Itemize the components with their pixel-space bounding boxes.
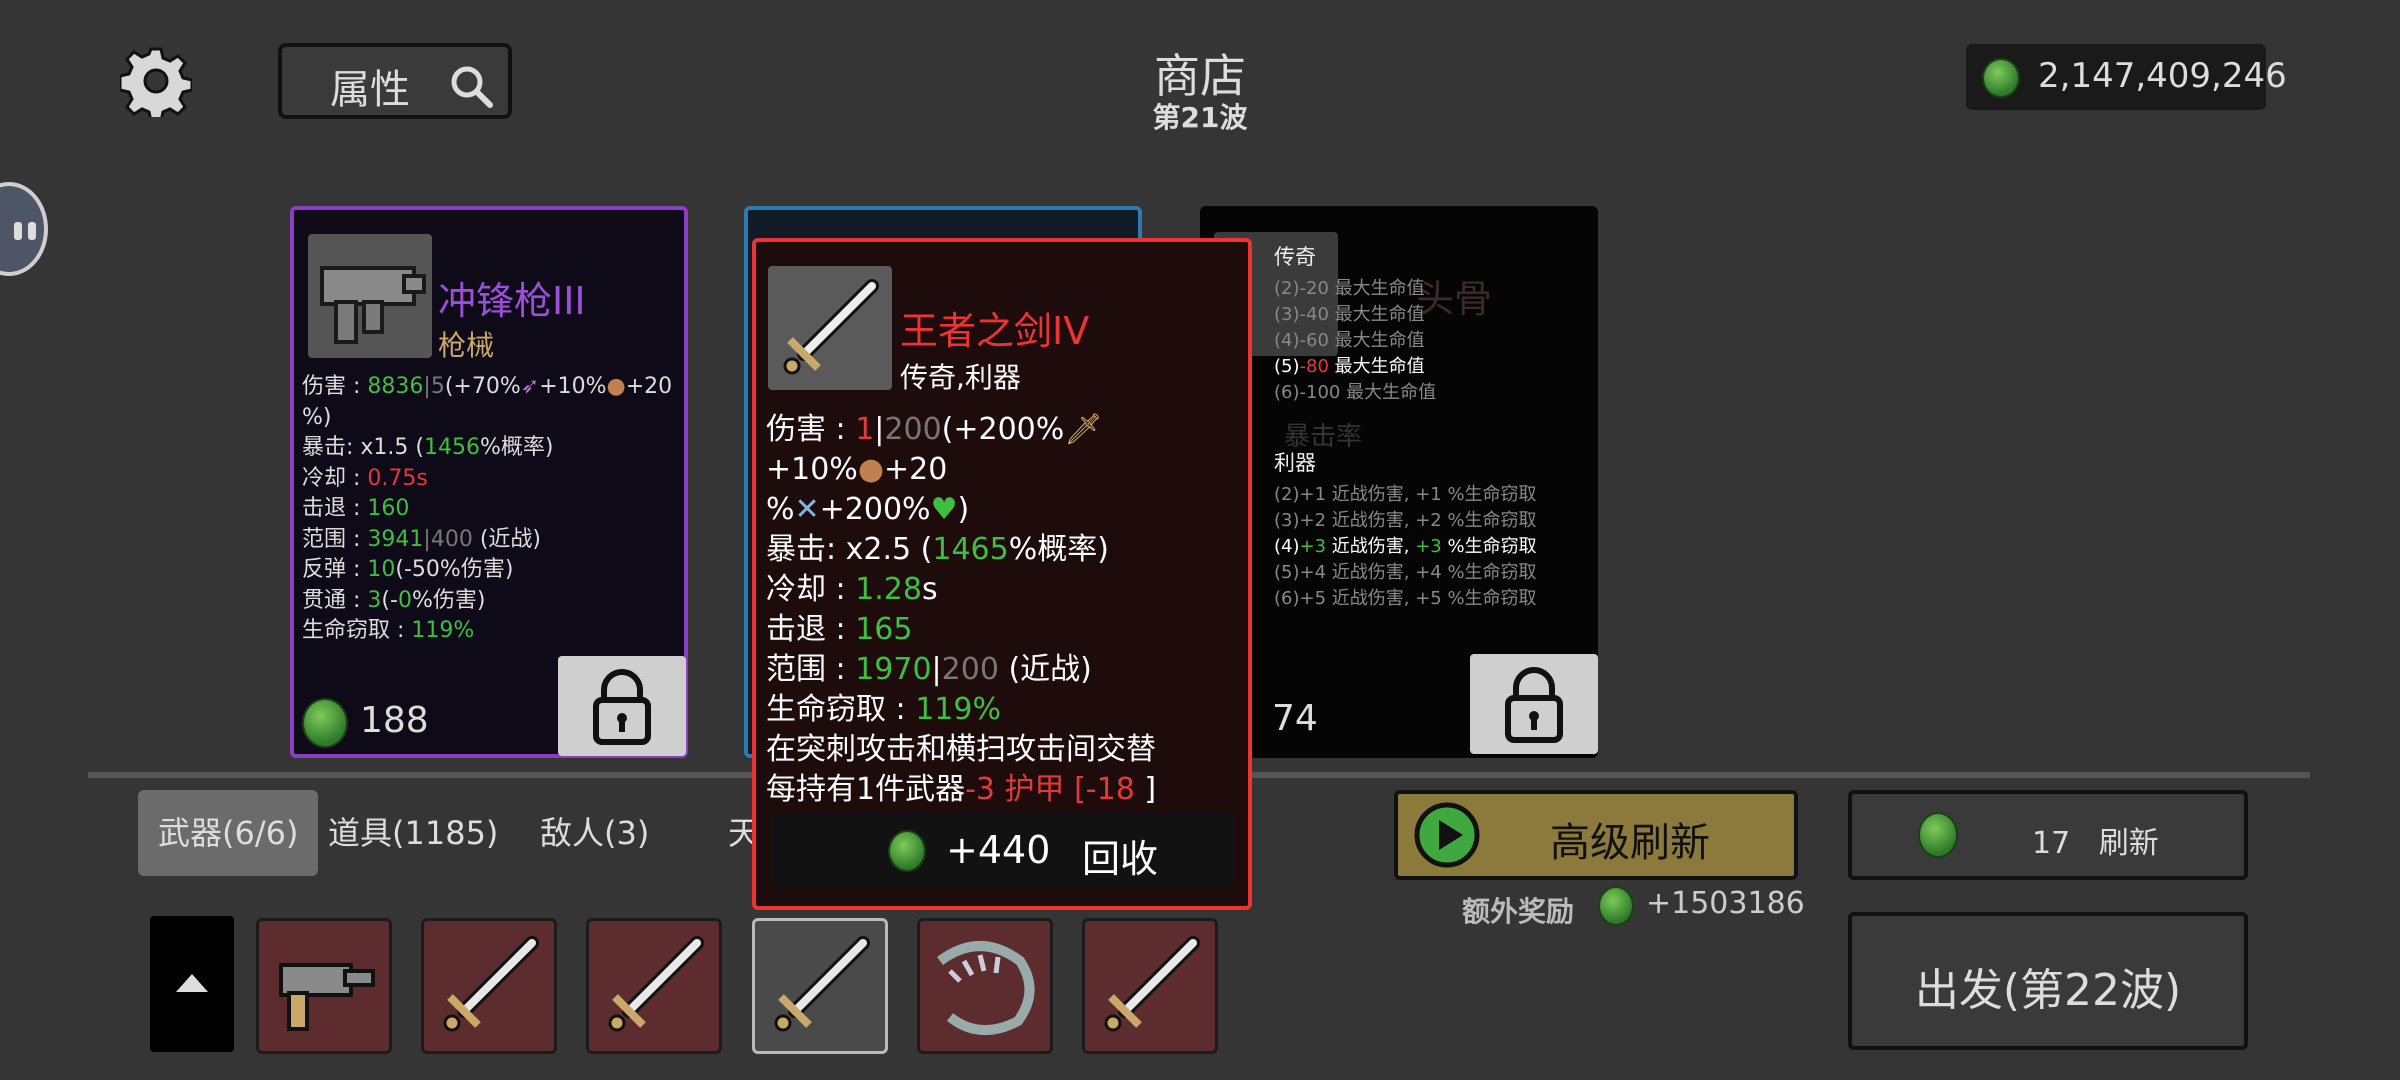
legend-set-title: 传奇 xyxy=(1274,245,1316,269)
coin-icon xyxy=(888,830,926,872)
card-stats: 伤害 : 8836|5(+70%➶+10%●+20 %) 暴击: x1.5 (1… xyxy=(302,374,673,643)
lock-button[interactable] xyxy=(1470,654,1598,754)
coin-icon xyxy=(302,698,348,748)
bonus-label: 额外奖励 xyxy=(1462,895,1575,928)
recycle-button[interactable]: +440 回收 xyxy=(770,814,1234,888)
weapon-slot-4[interactable] xyxy=(752,918,888,1054)
chat-bubble-icon[interactable] xyxy=(0,182,48,276)
refresh-text: 17 刷新 xyxy=(2032,826,2159,861)
bonus-value: +1503186 xyxy=(1646,886,1805,921)
expand-button[interactable] xyxy=(150,916,234,1052)
set-bonus-panel: 传奇 (2)-20 最大生命值 (3)-40 最大生命值 (4)-60 最大生命… xyxy=(1274,244,1594,612)
weapon-slot-5[interactable] xyxy=(917,918,1053,1054)
advanced-refresh-button[interactable]: 高级刷新 xyxy=(1394,790,1798,880)
weapon-slot-6[interactable] xyxy=(1082,918,1218,1054)
tooltip-type: 传奇,利器 xyxy=(900,361,1021,394)
sword-small-icon: 🗡 xyxy=(1064,412,1103,447)
drop-icon: ● xyxy=(857,452,885,487)
start-wave-button[interactable]: 出发(第22波) xyxy=(1848,912,2248,1050)
sword-icon xyxy=(1104,936,1200,1032)
card-title: 冲锋枪III xyxy=(438,279,586,323)
weapon-slot-1[interactable] xyxy=(256,918,392,1054)
card-price: 74 xyxy=(1272,698,1318,739)
sword-icon xyxy=(768,266,892,390)
play-icon xyxy=(1414,802,1480,868)
coin-icon xyxy=(1918,812,1958,858)
recycle-value: +440 xyxy=(946,828,1051,872)
sword-icon xyxy=(608,936,704,1032)
card-price: 188 xyxy=(360,700,429,741)
tab-weapons[interactable]: 武器(6/6) xyxy=(138,790,319,876)
money-amount: 2,147,409,246 xyxy=(2038,56,2287,96)
heart-icon: ♥ xyxy=(930,492,958,527)
lock-icon xyxy=(593,669,651,745)
tooltip-stats: 伤害 : 1|200(+200%🗡+10%●+20 %✕+200%♥) 暴击: … xyxy=(766,412,1157,807)
item-tooltip: 王者之剑IV 传奇,利器 伤害 : 1|200(+200%🗡+10%●+20 %… xyxy=(752,238,1252,910)
sword-icon xyxy=(774,936,870,1032)
lock-icon xyxy=(1505,667,1563,743)
tooltip-title: 王者之剑IV xyxy=(900,309,1090,353)
smg-icon xyxy=(279,963,375,1031)
advanced-refresh-label: 高级刷新 xyxy=(1550,820,1710,866)
tab-bar: 武器(6/6) 道具(1185) 敌人(3) 天 xyxy=(138,790,760,876)
coin-icon xyxy=(1598,886,1634,926)
start-wave-label: 出发(第22波) xyxy=(1914,965,2182,1016)
recycle-label: 回收 xyxy=(1082,837,1159,881)
smg-icon xyxy=(308,234,432,358)
lock-button[interactable] xyxy=(558,656,686,756)
weapon-slot-3[interactable] xyxy=(586,918,722,1054)
drop-icon: ● xyxy=(606,374,626,399)
arrow-up-icon xyxy=(176,974,208,992)
tab-enemies[interactable]: 敌人(3) xyxy=(540,790,649,876)
card-type: 枪械 xyxy=(438,329,495,362)
sword-icon xyxy=(443,936,539,1032)
sharp-set-title: 利器 xyxy=(1274,451,1316,475)
crossed-swords-icon: ✕ xyxy=(794,492,820,527)
refresh-button[interactable]: 17 刷新 xyxy=(1848,790,2248,880)
money-display: 2,147,409,246 xyxy=(1966,44,2287,110)
bow-icon: ➶ xyxy=(520,374,540,399)
skeleton-claw-icon xyxy=(937,941,1035,1036)
weapon-slot-2[interactable] xyxy=(421,918,557,1054)
shop-card-smg[interactable]: 冲锋枪III 枪械 伤害 : 8836|5(+70%➶+10%●+20 %) 暴… xyxy=(290,206,688,758)
tab-items[interactable]: 道具(1185) xyxy=(328,790,498,876)
coin-icon xyxy=(1982,58,2020,98)
